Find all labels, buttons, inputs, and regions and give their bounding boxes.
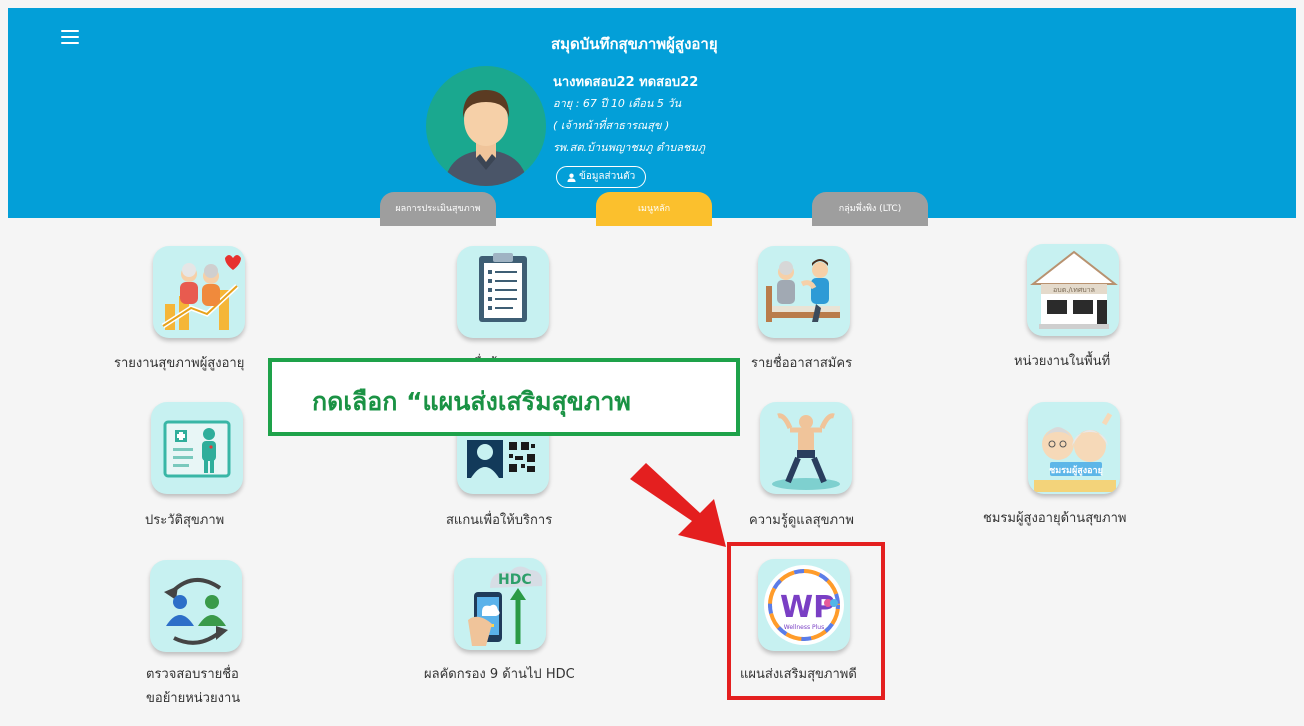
tab-ltc[interactable]: กลุ่มพึ่งพิง (LTC) — [812, 192, 928, 226]
hdc-screening-icon[interactable]: HDC — [454, 558, 546, 650]
tab-main-menu[interactable]: เมนูหลัก — [596, 192, 712, 226]
menu-label-health-history: ประวัติสุขภาพ — [145, 513, 225, 528]
instruction-text: กดเลือก “แผนส่งเสริมสุขภาพ — [312, 387, 631, 416]
app-title: สมุดบันทึกสุขภาพผู้สูงอายุ — [551, 35, 718, 53]
user-icon — [567, 173, 576, 182]
profile-button[interactable]: ข้อมูลส่วนตัว — [556, 166, 647, 188]
menu-label-scan-service: สแกนเพื่อให้บริการ — [446, 513, 553, 528]
menu-label-elderly-club: ชมรมผู้สูงอายุด้านสุขภาพ — [983, 511, 1127, 526]
elderly-club-icon[interactable]: ชมรมผู้สูงอายุ — [1028, 402, 1120, 494]
app-header: สมุดบันทึกสุขภาพผู้สูงอายุ นางทดสอบ22 ทด… — [8, 8, 1296, 226]
menu-icon[interactable] — [52, 26, 82, 48]
check-transfer-icon[interactable] — [150, 560, 242, 652]
menu-label-volunteer-list: รายชื่ออาสาสมัคร — [751, 356, 853, 371]
health-history-icon[interactable] — [151, 402, 243, 494]
house-sign: อบต./เทศบาล — [1053, 286, 1095, 294]
tab-health-assessment[interactable]: ผลการประเมินสุขภาพ — [380, 192, 496, 226]
menu-label-transfer-unit: ขอย้ายหน่วยงาน — [146, 691, 241, 706]
menu-label-check-list: ตรวจสอบรายชื่อ — [146, 667, 239, 682]
red-arrow-icon — [630, 463, 726, 547]
profile-button-label: ข้อมูลส่วนตัว — [579, 171, 636, 182]
local-agency-icon[interactable]: อบต./เทศบาล — [1027, 244, 1119, 336]
menu-label-local-agency: หน่วยงานในพื้นที่ — [1014, 354, 1111, 369]
club-sign: ชมรมผู้สูงอายุ — [1049, 465, 1103, 476]
avatar — [426, 66, 546, 186]
menu-label-health-knowledge: ความรู้ดูแลสุขภาพ — [749, 513, 854, 528]
patient-org: รพ.สต.บ้านพญาชมภู ตำบลชมภู — [553, 141, 705, 154]
menu-label-hdc-screening: ผลคัดกรอง 9 ด้านไป HDC — [424, 667, 575, 682]
patient-name: นางทดสอบ22 ทดสอบ22 — [553, 75, 699, 90]
patient-age: อายุ : 67 ปี 10 เดือน 5 วัน — [553, 97, 682, 110]
instruction-callout: กดเลือก “แผนส่งเสริมสุขภาพ — [268, 358, 740, 436]
elderly-report-icon[interactable] — [153, 246, 245, 338]
health-knowledge-icon[interactable] — [760, 402, 852, 494]
patient-role: ( เจ้าหน้าที่สาธารณสุข ) — [553, 119, 670, 132]
volunteer-list-icon[interactable] — [758, 246, 850, 338]
highlight-box — [727, 542, 885, 700]
menu-label-elderly-report: รายงานสุขภาพผู้สูงอายุ — [114, 356, 245, 371]
hdc-text: HDC — [498, 572, 532, 588]
elderly-list-icon[interactable] — [457, 246, 549, 338]
